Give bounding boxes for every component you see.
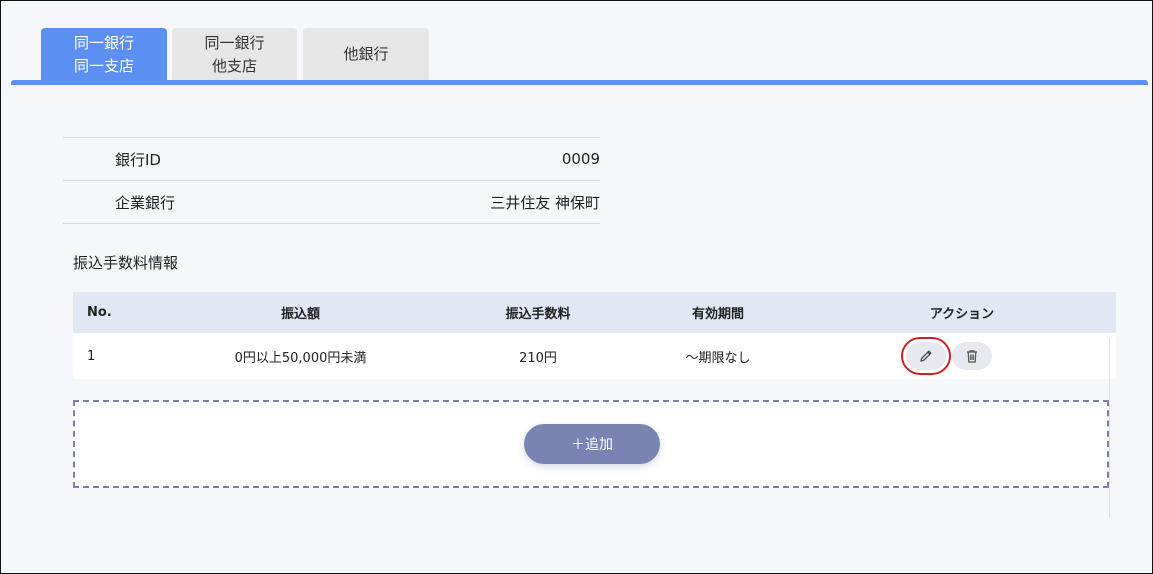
corporate-bank-row: 企業銀行 三井住友 神保町 <box>63 180 600 224</box>
add-drop-zone: ＋追加 <box>73 400 1109 488</box>
corporate-bank-value: 三井住友 神保町 <box>490 193 600 212</box>
col-header-fee: 振込手数料 <box>505 307 571 322</box>
tab-label-line2: 同一支店 <box>73 56 134 75</box>
bank-id-row: 銀行ID 0009 <box>63 137 600 180</box>
tab-same-bank-same-branch[interactable]: 同一銀行 同一支店 <box>41 28 167 81</box>
fee-section-title: 振込手数料情報 <box>73 254 179 272</box>
scrollbar-track <box>1109 338 1110 518</box>
tab-label-line1: 同一銀行 <box>204 33 265 52</box>
table-header: No. 振込額 振込手数料 有効期間 アクション <box>73 292 1116 333</box>
tab-other-bank[interactable]: 他銀行 <box>303 28 429 81</box>
cell-no: 1 <box>87 348 96 364</box>
corporate-bank-label: 企業銀行 <box>115 193 176 212</box>
col-header-no: No. <box>87 305 112 320</box>
trash-icon <box>967 350 977 363</box>
col-header-action: アクション <box>929 307 995 322</box>
tab-label-line2: 他支店 <box>211 56 257 75</box>
cell-amount: 0円以上50,000円未満 <box>234 350 367 366</box>
table-row: 1 0円以上50,000円未満 210円 ～期限なし <box>73 333 1116 379</box>
col-header-amount: 振込額 <box>280 307 320 322</box>
cell-fee: 210円 <box>519 350 557 366</box>
row-actions <box>795 337 1103 375</box>
col-header-period: 有効期間 <box>691 307 744 322</box>
bank-id-label: 銀行ID <box>115 150 161 169</box>
bank-info-list: 銀行ID 0009 企業銀行 三井住友 神保町 <box>63 137 600 224</box>
edit-button[interactable] <box>901 337 951 375</box>
pencil-icon <box>920 350 932 362</box>
tab-same-bank-other-branch[interactable]: 同一銀行 他支店 <box>172 28 297 81</box>
app-window: 同一銀行 同一支店 同一銀行 他支店 他銀行 銀行ID 0009 企業銀行 三井… <box>0 0 1153 574</box>
cell-period: ～期限なし <box>685 350 751 366</box>
delete-button[interactable] <box>952 342 992 370</box>
fee-table: No. 振込額 振込手数料 有効期間 アクション 1 0円以上50,000円未満… <box>73 292 1116 379</box>
tab-label-line1: 同一銀行 <box>73 33 134 52</box>
tab-label: 他銀行 <box>343 45 389 63</box>
bank-id-value: 0009 <box>561 150 600 168</box>
cell-actions <box>808 337 1116 375</box>
add-button[interactable]: ＋追加 <box>524 424 660 464</box>
